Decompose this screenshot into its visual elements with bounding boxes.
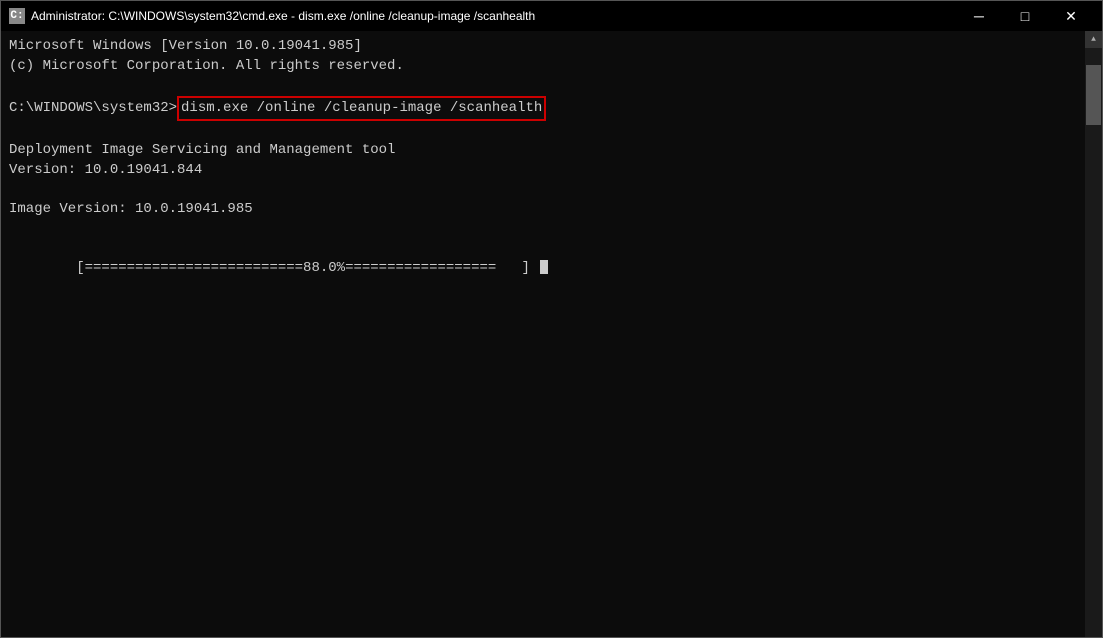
output-line-blank1: [9, 121, 1077, 141]
window-controls: ─ □ ✕: [956, 1, 1094, 31]
output-line-blank3: [9, 219, 1077, 239]
content-area: Microsoft Windows [Version 10.0.19041.98…: [1, 31, 1102, 637]
prompt-text: C:\WINDOWS\system32>: [9, 99, 177, 119]
window-icon: C:: [9, 8, 25, 24]
prompt-line: C:\WINDOWS\system32>dism.exe /online /cl…: [9, 96, 1077, 122]
cmd-window: C: Administrator: C:\WINDOWS\system32\cm…: [0, 0, 1103, 638]
output-line-8: Image Version: 10.0.19041.985: [9, 200, 1077, 220]
output-line-5: Deployment Image Servicing and Managemen…: [9, 141, 1077, 161]
scrollbar-thumb[interactable]: [1086, 65, 1101, 125]
title-bar: C: Administrator: C:\WINDOWS\system32\cm…: [1, 1, 1102, 31]
window-title: Administrator: C:\WINDOWS\system32\cmd.e…: [31, 9, 956, 23]
command-text: dism.exe /online /cleanup-image /scanhea…: [177, 96, 546, 122]
scroll-up-arrow[interactable]: ▲: [1085, 31, 1102, 48]
cursor: [540, 260, 548, 274]
output-line-1: Microsoft Windows [Version 10.0.19041.98…: [9, 37, 1077, 57]
progress-text: [==========================88.0%========…: [76, 260, 538, 276]
output-line-2: (c) Microsoft Corporation. All rights re…: [9, 57, 1077, 77]
minimize-button[interactable]: ─: [956, 1, 1002, 31]
maximize-button[interactable]: □: [1002, 1, 1048, 31]
output-line-6: Version: 10.0.19041.844: [9, 161, 1077, 181]
terminal-output[interactable]: Microsoft Windows [Version 10.0.19041.98…: [1, 31, 1085, 637]
output-line-3: [9, 76, 1077, 96]
progress-line: [==========================88.0%========…: [9, 239, 1077, 298]
close-button[interactable]: ✕: [1048, 1, 1094, 31]
output-line-blank2: [9, 180, 1077, 200]
scrollbar[interactable]: ▲: [1085, 31, 1102, 637]
